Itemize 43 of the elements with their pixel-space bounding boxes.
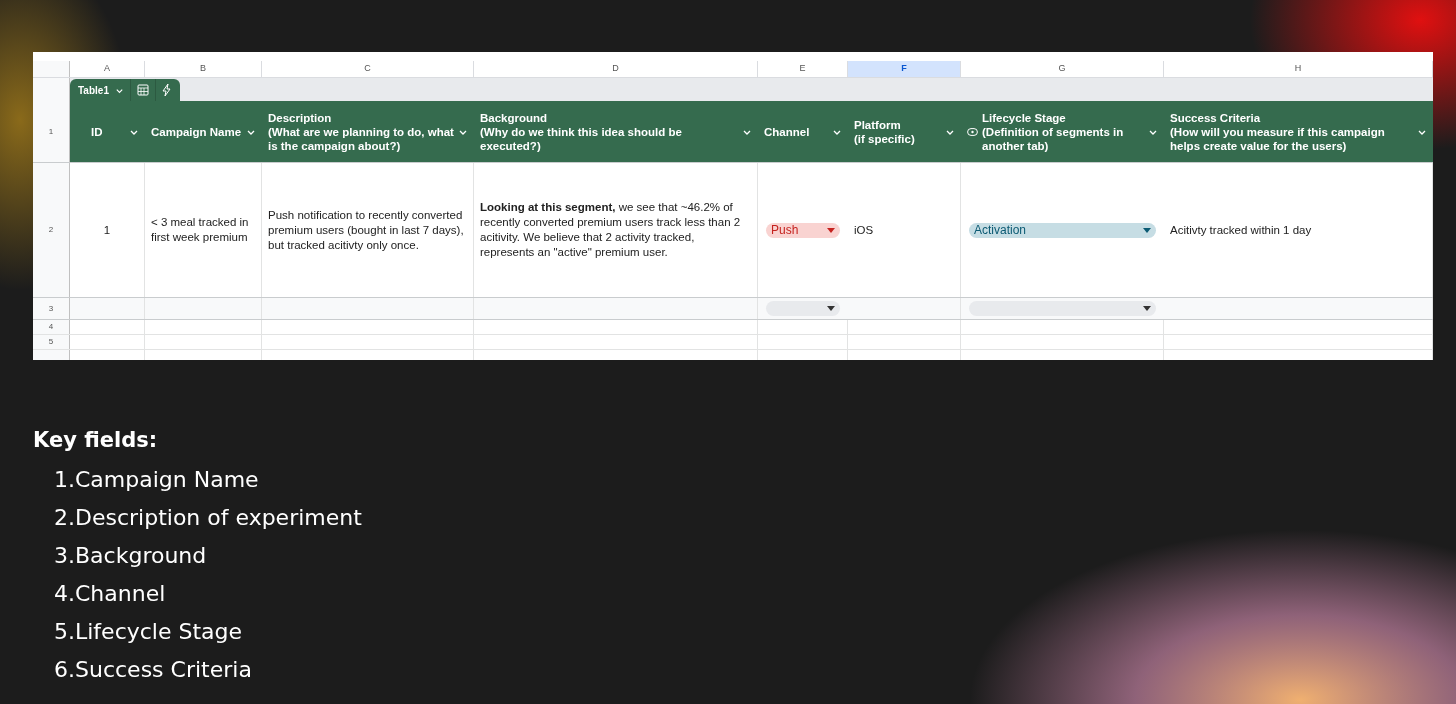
list-number: 1. [53,465,75,494]
column-heading[interactable]: ID [70,101,145,162]
row-number: 5 [48,336,54,348]
table-cell: iOS [854,222,874,238]
column-heading[interactable]: Channel [758,101,848,162]
table-cell: 1 [103,222,111,238]
list-number: 4. [53,579,75,608]
column-heading[interactable]: Success Criteria (How will you measure if this campaign helps create value for the users) [1164,101,1433,162]
column-heading[interactable]: Background (Why do we think this idea should be executed?) [474,101,758,162]
list-item: Background [75,541,207,570]
row-number: 4 [48,321,54,333]
column-heading[interactable]: Description (What are we planning to do, what is the campaign about?) [262,101,474,162]
list-item: Campaign Name [75,465,259,494]
caret-icon [1143,227,1151,233]
column-heading[interactable]: Campaign Name [145,101,262,162]
lightning-icon[interactable] [161,84,172,96]
dropdown-chip[interactable]: Push [766,222,840,238]
list-item: Description of experiment [75,503,362,532]
list-item: Success Criteria [75,655,252,684]
column-header[interactable]: F [848,61,961,77]
column-heading[interactable]: Platform (if specific) [848,101,961,162]
list-item: Channel [75,579,166,608]
caret-icon [827,227,835,233]
table-cell-text: Looking at this segment, we see that ~46.2% of recently converted premium users track less than 2 acitivity. We believe that 2 activity tracked, represents an "active" premium user. [480,200,742,260]
table-tab[interactable]: Table1 [70,79,180,101]
row-number: 3 [48,302,54,315]
table-icon[interactable] [136,84,149,96]
list-number: 3. [53,541,75,570]
dropdown-chip[interactable]: Activation [969,222,1156,238]
section-heading: Key fields: [33,427,158,454]
caret-icon [827,306,835,311]
column-heading[interactable]: Lifecycle Stage (Definition of segments in another tab) [961,101,1164,162]
list-number: 2. [53,503,75,532]
list-number: 5. [53,617,75,646]
table-cell-text: Push notification to recently converted premium users (bought in last 7 days), but tracked acitivty only once. [268,207,465,253]
table-cell: Acitivty tracked within 1 day [1170,222,1312,238]
list-item: Lifecycle Stage [75,617,243,646]
row-number: 2 [48,224,54,236]
link-icon [967,127,978,136]
row-number: 1 [48,125,54,138]
table-cell-text: < 3 meal tracked in first week premium [151,215,250,245]
caret-icon [1143,306,1151,311]
list-number: 6. [53,655,75,684]
